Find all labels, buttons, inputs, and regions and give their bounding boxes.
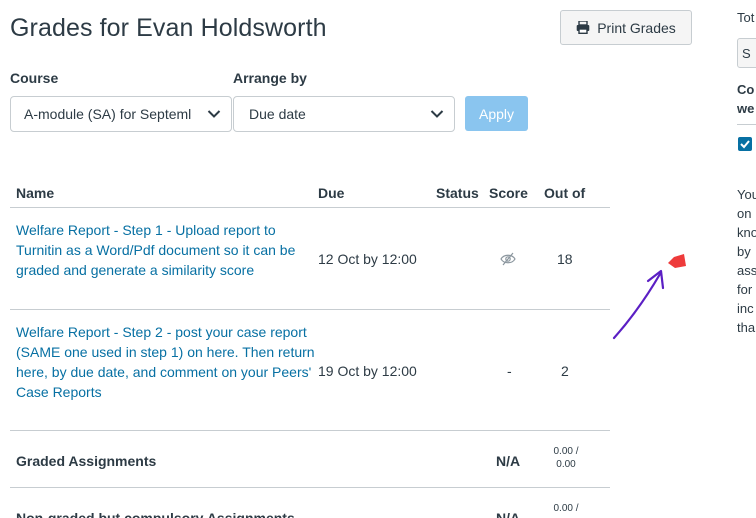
group-score: N/A xyxy=(496,453,521,469)
sidebar-heading-line1: Co xyxy=(737,82,755,97)
row-divider xyxy=(10,309,610,310)
page-title: Grades for Evan Holdsworth xyxy=(10,14,327,42)
sidebar-paragraph-line: kno xyxy=(737,225,756,240)
chevron-down-icon xyxy=(430,110,444,118)
due-date: 12 Oct by 12:00 xyxy=(318,251,417,267)
course-select-value: A-module (SA) for Septeml xyxy=(24,106,192,122)
sidebar-paragraph-line: ass xyxy=(737,263,756,278)
column-header-name[interactable]: Name xyxy=(16,185,54,201)
score-value: - xyxy=(507,363,512,379)
column-header-score[interactable]: Score xyxy=(489,185,528,201)
course-label: Course xyxy=(10,70,59,86)
sidebar-divider xyxy=(737,124,756,125)
arrow-icon xyxy=(612,272,662,340)
sidebar-paragraph-line: tha xyxy=(737,320,756,335)
red-flag-marker xyxy=(668,254,686,268)
group-out-of-top: 0.00 / xyxy=(553,503,579,514)
sidebar-checkbox[interactable] xyxy=(738,137,752,151)
sidebar-heading-line2: we xyxy=(737,101,755,116)
assignment-link[interactable]: Welfare Report - Step 2 - post your case… xyxy=(16,322,316,402)
arrange-by-select[interactable]: Due date xyxy=(233,96,455,132)
assignment-link[interactable]: Welfare Report - Step 1 - Upload report … xyxy=(16,220,316,280)
group-out-of-bottom: 0.00 xyxy=(556,459,576,470)
sidebar-select[interactable]: S xyxy=(737,38,756,68)
printer-icon xyxy=(576,21,590,34)
column-header-due[interactable]: Due xyxy=(318,185,344,201)
group-score: N/A xyxy=(496,510,521,518)
sidebar-paragraph-line: inc xyxy=(737,301,754,316)
sidebar-paragraph-line: You xyxy=(737,187,756,202)
print-grades-button[interactable]: Print Grades xyxy=(560,10,692,45)
eye-slash-icon xyxy=(500,252,516,266)
sidebar-paragraph-line: by xyxy=(737,244,751,259)
column-header-status[interactable]: Status xyxy=(436,185,479,201)
sidebar-select-value: S xyxy=(742,46,751,61)
group-name: Graded Assignments xyxy=(16,453,157,469)
print-grades-label: Print Grades xyxy=(597,19,676,36)
row-divider xyxy=(10,487,610,488)
row-divider xyxy=(10,430,610,431)
row-divider xyxy=(10,207,610,208)
sidebar-total-text: Tot xyxy=(737,10,755,25)
checkmark-icon xyxy=(740,140,750,149)
apply-button[interactable]: Apply xyxy=(465,96,528,131)
out-of-value: 2 xyxy=(561,363,569,379)
group-out-of-top: 0.00 / xyxy=(553,446,579,457)
due-date: 19 Oct by 12:00 xyxy=(318,363,417,379)
arrange-by-label: Arrange by xyxy=(233,70,307,86)
sidebar-paragraph-line: on xyxy=(737,206,752,221)
right-sidebar: Tot S Co we You on kno by ass for inc th… xyxy=(737,0,756,518)
chevron-down-icon xyxy=(207,110,221,118)
sidebar-paragraph-line: for xyxy=(737,282,753,297)
column-header-out-of[interactable]: Out of xyxy=(544,185,585,201)
group-name: Non-graded but compulsory Assignments xyxy=(16,510,295,518)
arrange-by-select-value: Due date xyxy=(249,106,306,122)
annotation-overlay xyxy=(612,254,686,340)
out-of-value: 18 xyxy=(557,251,573,267)
course-select[interactable]: A-module (SA) for Septeml xyxy=(10,96,232,132)
